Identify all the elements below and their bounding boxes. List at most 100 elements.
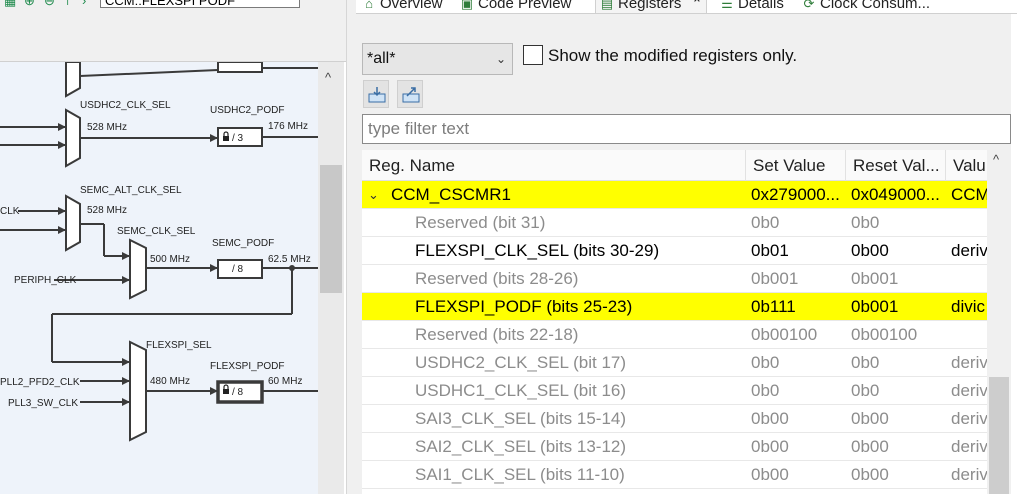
reset-value-cell: 0b001 bbox=[851, 269, 899, 288]
table-row[interactable]: SAI1_CLK_SEL (bits 11-10) 0b00 0b00 deriv bbox=[362, 461, 987, 489]
table-row[interactable]: FLEXSPI_PODF (bits 25-23) 0b111 0b001 divic bbox=[362, 293, 987, 321]
reg-name-cell: SAI1_CLK_SEL (bits 11-10) bbox=[415, 465, 625, 484]
set-value-cell: 0b0 bbox=[751, 353, 780, 372]
reset-value-cell: 0b00 bbox=[851, 241, 889, 260]
filter-input[interactable] bbox=[362, 114, 1011, 144]
value-cell bbox=[951, 265, 987, 293]
reg-name-cell: USDHC2_CLK_SEL (bit 17) bbox=[415, 353, 627, 372]
flexspi-podf-label: FLEXSPI_PODF bbox=[210, 361, 284, 372]
table-row[interactable]: SAI2_CLK_SEL (bits 13-12) 0b00 0b00 deriv bbox=[362, 433, 987, 461]
reset-value-cell: 0x049000... bbox=[851, 185, 940, 204]
reset-value-cell: 0b00 bbox=[851, 465, 889, 484]
value-cell: deriv bbox=[951, 353, 987, 372]
import-registers-button[interactable] bbox=[363, 80, 389, 108]
set-value-cell: 0b111 bbox=[751, 297, 796, 316]
usdhc2-out-freq: 176 MHz bbox=[268, 121, 308, 132]
column-set-value[interactable]: Set Value bbox=[745, 150, 845, 181]
clock-diagram-toolbar: ▦ ⊕ ⊖ ⊤ › bbox=[0, 0, 346, 20]
editor-tabs: ⌂ Overview ▣ Code Preview ▤ Registers ⌃ ☰ De… bbox=[356, 0, 1017, 14]
modified-only-label[interactable]: Show the modified registers only. bbox=[548, 46, 797, 66]
registers-scrollbar[interactable]: ^ bbox=[987, 150, 1011, 494]
periph-clk-label: PERIPH_CLK bbox=[14, 275, 77, 286]
reg-name-cell: FLEXSPI_PODF (bits 25-23) bbox=[415, 297, 633, 316]
value-cell: deriv bbox=[951, 465, 987, 484]
chevron-down-icon: ⌄ bbox=[495, 52, 506, 66]
table-row[interactable]: Reserved (bits 28-26) 0b001 0b001 bbox=[362, 265, 987, 293]
collapse-icon[interactable]: ⊖ bbox=[44, 0, 58, 8]
import-icon bbox=[368, 87, 386, 103]
registers-icon: ▤ bbox=[600, 0, 614, 11]
tab-overview[interactable]: ⌂ Overview bbox=[362, 0, 442, 14]
reg-name-cell: Reserved (bits 28-26) bbox=[415, 269, 579, 288]
column-reset-value[interactable]: Reset Val... bbox=[845, 150, 945, 181]
table-row[interactable]: SAI3_CLK_SEL (bits 15-14) 0b00 0b00 deriv bbox=[362, 405, 987, 433]
link-icon[interactable]: › bbox=[82, 0, 96, 8]
set-value-cell: 0x279000... bbox=[751, 185, 840, 204]
reg-name-cell: FLEXSPI_CLK_SEL (bits 30-29) bbox=[415, 241, 660, 260]
clock-diagram[interactable]: USDHC2_CLK_SEL 528 MHz USDHC2_PODF / 3 1… bbox=[0, 62, 318, 494]
set-value-cell: 0b0 bbox=[751, 213, 780, 232]
export-registers-button[interactable] bbox=[397, 80, 423, 108]
reset-value-cell: 0b00 bbox=[851, 437, 889, 456]
panel-splitter[interactable] bbox=[346, 0, 356, 494]
tab-details[interactable]: ☰ Details bbox=[720, 0, 784, 14]
modified-only-checkbox[interactable] bbox=[523, 45, 543, 65]
value-cell: deriv bbox=[951, 381, 987, 400]
table-row[interactable]: USDHC2_CLK_SEL (bit 17) 0b0 0b0 deriv bbox=[362, 349, 987, 377]
set-value-cell: 0b001 bbox=[751, 269, 799, 288]
semc-podf-value: / 8 bbox=[232, 264, 244, 275]
set-value-cell: 0b01 bbox=[751, 241, 789, 260]
semc-podf-label: SEMC_PODF bbox=[212, 238, 274, 249]
tab-registers[interactable]: ▤ Registers ⌃ bbox=[595, 0, 708, 14]
value-cell: deriv bbox=[951, 437, 987, 456]
set-value-cell: 0b0 bbox=[751, 381, 780, 400]
tab-clock-consumers[interactable]: ⟳ Clock Consum... bbox=[802, 0, 931, 14]
table-row[interactable]: USDHC1_CLK_SEL (bit 16) 0b0 0b0 deriv bbox=[362, 377, 987, 405]
scrollbar-thumb[interactable] bbox=[989, 377, 1009, 494]
reg-name-cell: Reserved (bits 22-18) bbox=[415, 325, 579, 344]
close-icon[interactable]: ⌃ bbox=[692, 0, 703, 11]
table-row[interactable]: Reserved (bit 31) 0b0 0b0 bbox=[362, 209, 987, 237]
table-row[interactable]: ⌄ CCM_CSCMR1 0x279000... 0x049000... CCM bbox=[362, 181, 987, 209]
reset-value-cell: 0b00 bbox=[851, 409, 889, 428]
table-row[interactable]: FLEXSPI_CLK_SEL (bits 30-29) 0b01 0b00 deri… bbox=[362, 237, 987, 265]
scrollbar-thumb[interactable] bbox=[320, 165, 342, 293]
clock-search-input[interactable] bbox=[100, 0, 300, 8]
pll2-pfd2-clk-label: PLL2_PFD2_CLK bbox=[0, 377, 80, 388]
export-icon bbox=[402, 87, 420, 103]
scroll-up-icon[interactable]: ^ bbox=[993, 152, 999, 167]
flexspi-mux-freq: 480 MHz bbox=[150, 376, 190, 387]
home-icon: ⌂ bbox=[365, 0, 373, 11]
reg-name-cell: Reserved (bit 31) bbox=[415, 213, 546, 232]
semc-alt-freq: 528 MHz bbox=[87, 205, 127, 216]
expand-icon[interactable]: ⊕ bbox=[24, 0, 38, 8]
column-reg-name[interactable]: Reg. Name bbox=[362, 150, 745, 181]
flexspi-out-freq: 60 MHz bbox=[268, 376, 302, 387]
usdhc2-clk-sel-label: USDHC2_CLK_SEL bbox=[80, 100, 171, 111]
view-edge bbox=[1011, 14, 1017, 494]
semc-mux-freq: 500 MHz bbox=[150, 254, 190, 265]
tree-icon[interactable]: ▦ bbox=[4, 0, 18, 8]
clk-input-label: CLK bbox=[0, 206, 20, 217]
value-cell: CCM bbox=[951, 185, 987, 204]
pll3-sw-clk-label: PLL3_SW_CLK bbox=[8, 398, 78, 409]
reg-name-cell: SAI2_CLK_SEL (bits 13-12) bbox=[415, 437, 627, 456]
tree-expand-icon[interactable]: ⊤ bbox=[62, 0, 76, 8]
list-icon: ☰ bbox=[721, 0, 733, 11]
code-preview-icon: ▣ bbox=[460, 0, 474, 11]
value-cell: deriv bbox=[951, 241, 987, 260]
chevron-down-icon[interactable]: ⌄ bbox=[368, 181, 379, 209]
tab-code-preview[interactable]: ▣ Code Preview bbox=[460, 0, 572, 14]
usdhc2-podf-label: USDHC2_PODF bbox=[210, 105, 284, 116]
flexspi-podf-value: / 8 bbox=[232, 387, 244, 398]
reset-value-cell: 0b0 bbox=[851, 381, 880, 400]
value-cell: divic bbox=[951, 297, 986, 316]
scope-select[interactable]: *all* ⌄ bbox=[362, 43, 513, 75]
diagram-header-band bbox=[0, 20, 346, 62]
reset-value-cell: 0b001 bbox=[851, 297, 899, 316]
column-value[interactable]: Valu bbox=[945, 150, 987, 181]
diagram-scrollbar[interactable]: ^ bbox=[318, 62, 344, 494]
clock-consumers-icon: ⟳ bbox=[803, 0, 815, 11]
scroll-up-icon[interactable]: ^ bbox=[325, 70, 331, 85]
table-row[interactable]: Reserved (bits 22-18) 0b00100 0b00100 bbox=[362, 321, 987, 349]
